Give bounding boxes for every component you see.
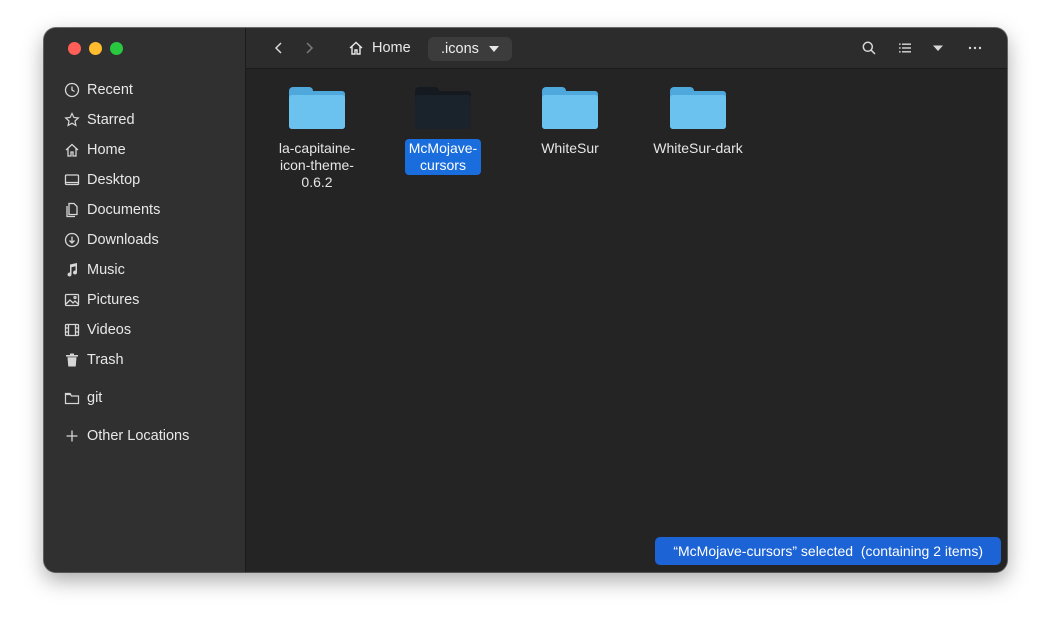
pictures-icon xyxy=(64,292,80,308)
search-button[interactable] xyxy=(858,37,880,59)
file-label-line: McMojave- xyxy=(408,140,478,156)
view-options-button[interactable] xyxy=(927,37,949,59)
file-manager-window: Recent Starred Home Desktop Documents Do… xyxy=(44,28,1007,572)
sidebar-item-pictures[interactable]: Pictures xyxy=(44,285,245,315)
minimize-window-button[interactable] xyxy=(89,42,102,55)
folder-icon xyxy=(64,390,80,406)
sidebar-item-starred[interactable]: Starred xyxy=(44,105,245,135)
sidebar-item-label: git xyxy=(87,390,103,406)
chevron-down-icon xyxy=(488,46,499,52)
file-label-line: la-capitaine- xyxy=(278,140,356,156)
folder-icon xyxy=(415,83,471,131)
sidebar-separator xyxy=(44,375,245,383)
sidebar-item-other-locations[interactable]: Other Locations xyxy=(44,421,245,451)
file-label-line: icon-theme- xyxy=(280,157,354,173)
forward-button[interactable] xyxy=(298,37,320,59)
maximize-window-button[interactable] xyxy=(110,42,123,55)
window-controls xyxy=(68,42,123,55)
plus-icon xyxy=(64,428,80,444)
sidebar-item-downloads[interactable]: Downloads xyxy=(44,225,245,255)
documents-icon xyxy=(64,202,80,218)
file-label-line: 0.6.2 xyxy=(301,174,333,190)
close-window-button[interactable] xyxy=(68,42,81,55)
music-icon xyxy=(64,262,80,278)
file-label: McMojave- cursors xyxy=(404,139,482,175)
breadcrumb-home-label: Home xyxy=(372,40,411,56)
sidebar-item-label: Desktop xyxy=(87,172,141,188)
sidebar-item-label: Other Locations xyxy=(87,428,190,444)
file-grid: la-capitaine- icon-theme- 0.6.2 McMojave… xyxy=(246,69,1007,572)
breadcrumb-current-label: .icons xyxy=(441,41,479,57)
breadcrumb-current-folder[interactable]: .icons xyxy=(428,37,512,61)
chevron-down-icon xyxy=(933,45,943,51)
folder-icon xyxy=(542,83,598,131)
home-icon xyxy=(349,41,363,55)
sidebar-item-label: Pictures xyxy=(87,292,140,308)
file-item[interactable]: la-capitaine- icon-theme- 0.6.2 xyxy=(267,83,367,192)
sidebar-item-home[interactable]: Home xyxy=(44,135,245,165)
downloads-icon xyxy=(64,232,80,248)
view-list-button[interactable] xyxy=(894,37,916,59)
sidebar-item-label: Home xyxy=(87,142,126,158)
file-label: la-capitaine- icon-theme- 0.6.2 xyxy=(275,139,359,192)
sidebar-item-label: Documents xyxy=(87,202,161,218)
sidebar-item-label: Starred xyxy=(87,112,135,128)
desktop-icon xyxy=(64,172,80,188)
file-item[interactable]: WhiteSur-dark xyxy=(648,83,748,158)
file-item[interactable]: WhiteSur xyxy=(520,83,620,158)
more-icon xyxy=(968,46,982,50)
header-bar: Home .icons xyxy=(246,28,1007,69)
main-pane: Home .icons la-capitaine- icon-theme- 0.… xyxy=(246,28,1007,572)
sidebar-item-documents[interactable]: Documents xyxy=(44,195,245,225)
videos-icon xyxy=(64,322,80,338)
file-label-line: cursors xyxy=(420,157,466,173)
star-icon xyxy=(64,112,80,128)
breadcrumb-home[interactable]: Home xyxy=(348,37,411,59)
trash-icon xyxy=(64,352,80,368)
sidebar-item-label: Trash xyxy=(87,352,124,368)
menu-button[interactable] xyxy=(964,37,986,59)
list-view-icon xyxy=(899,43,911,53)
sidebar-item-git[interactable]: git xyxy=(44,383,245,413)
chevron-right-icon xyxy=(306,42,314,54)
sidebar-item-trash[interactable]: Trash xyxy=(44,345,245,375)
sidebar-item-music[interactable]: Music xyxy=(44,255,245,285)
sidebar-item-label: Downloads xyxy=(87,232,159,248)
folder-icon xyxy=(670,83,726,131)
sidebar-item-label: Videos xyxy=(87,322,132,338)
file-label: WhiteSur-dark xyxy=(653,140,743,156)
file-label: WhiteSur xyxy=(541,140,599,156)
sidebar-item-label: Recent xyxy=(87,82,133,98)
sidebar-item-recent[interactable]: Recent xyxy=(44,75,245,105)
home-icon xyxy=(64,142,80,158)
sidebar: Recent Starred Home Desktop Documents Do… xyxy=(44,28,246,572)
sidebar-item-videos[interactable]: Videos xyxy=(44,315,245,345)
sidebar-places: Recent Starred Home Desktop Documents Do… xyxy=(44,75,245,451)
chevron-left-icon xyxy=(274,42,282,54)
sidebar-item-desktop[interactable]: Desktop xyxy=(44,165,245,195)
file-item-selected[interactable]: McMojave- cursors xyxy=(393,83,493,175)
search-icon xyxy=(862,41,876,55)
sidebar-separator xyxy=(44,413,245,421)
sidebar-item-label: Music xyxy=(87,262,125,278)
status-bar: “McMojave-cursors” selected (containing … xyxy=(655,537,1001,565)
clock-icon xyxy=(64,82,80,98)
folder-icon xyxy=(289,83,345,131)
back-button[interactable] xyxy=(268,37,290,59)
